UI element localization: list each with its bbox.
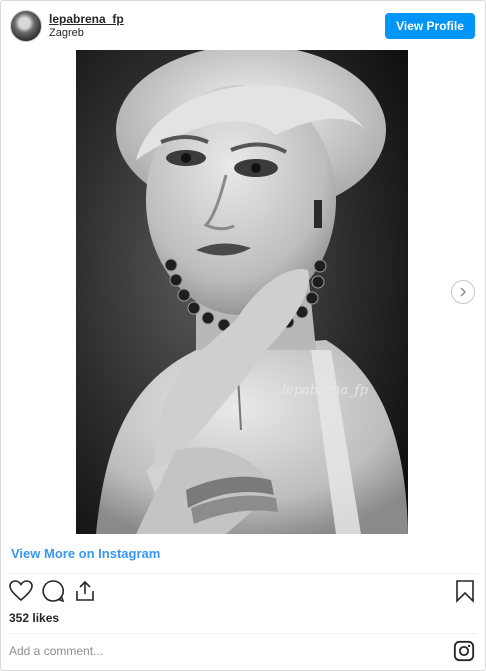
heart-icon[interactable] <box>9 579 33 603</box>
watermark-text: lepabrena_fp <box>282 383 368 398</box>
portrait-illustration <box>76 50 408 534</box>
comment-icon[interactable] <box>41 579 65 603</box>
action-bar <box>9 579 477 605</box>
share-icon[interactable] <box>73 579 97 603</box>
add-comment-input[interactable]: Add a comment... <box>9 644 103 658</box>
divider <box>9 573 477 574</box>
view-more-link[interactable]: View More on Instagram <box>11 546 160 561</box>
avatar[interactable] <box>10 10 42 42</box>
chevron-right-icon <box>460 287 467 297</box>
location-label[interactable]: Zagreb <box>49 27 84 39</box>
post-photo[interactable]: lepabrena_fp <box>76 50 408 534</box>
carousel-next-button[interactable] <box>451 280 475 304</box>
instagram-icon[interactable] <box>453 640 475 662</box>
username-link[interactable]: lepabrena_fp <box>49 12 124 26</box>
divider <box>9 633 477 634</box>
likes-count[interactable]: 352 likes <box>9 611 59 625</box>
view-profile-button[interactable]: View Profile <box>385 13 475 39</box>
post-header: lepabrena_fp Zagreb View Profile <box>1 1 485 49</box>
instagram-embed: lepabrena_fp Zagreb View Profile lepabre… <box>0 0 486 671</box>
bookmark-icon[interactable] <box>453 579 477 603</box>
